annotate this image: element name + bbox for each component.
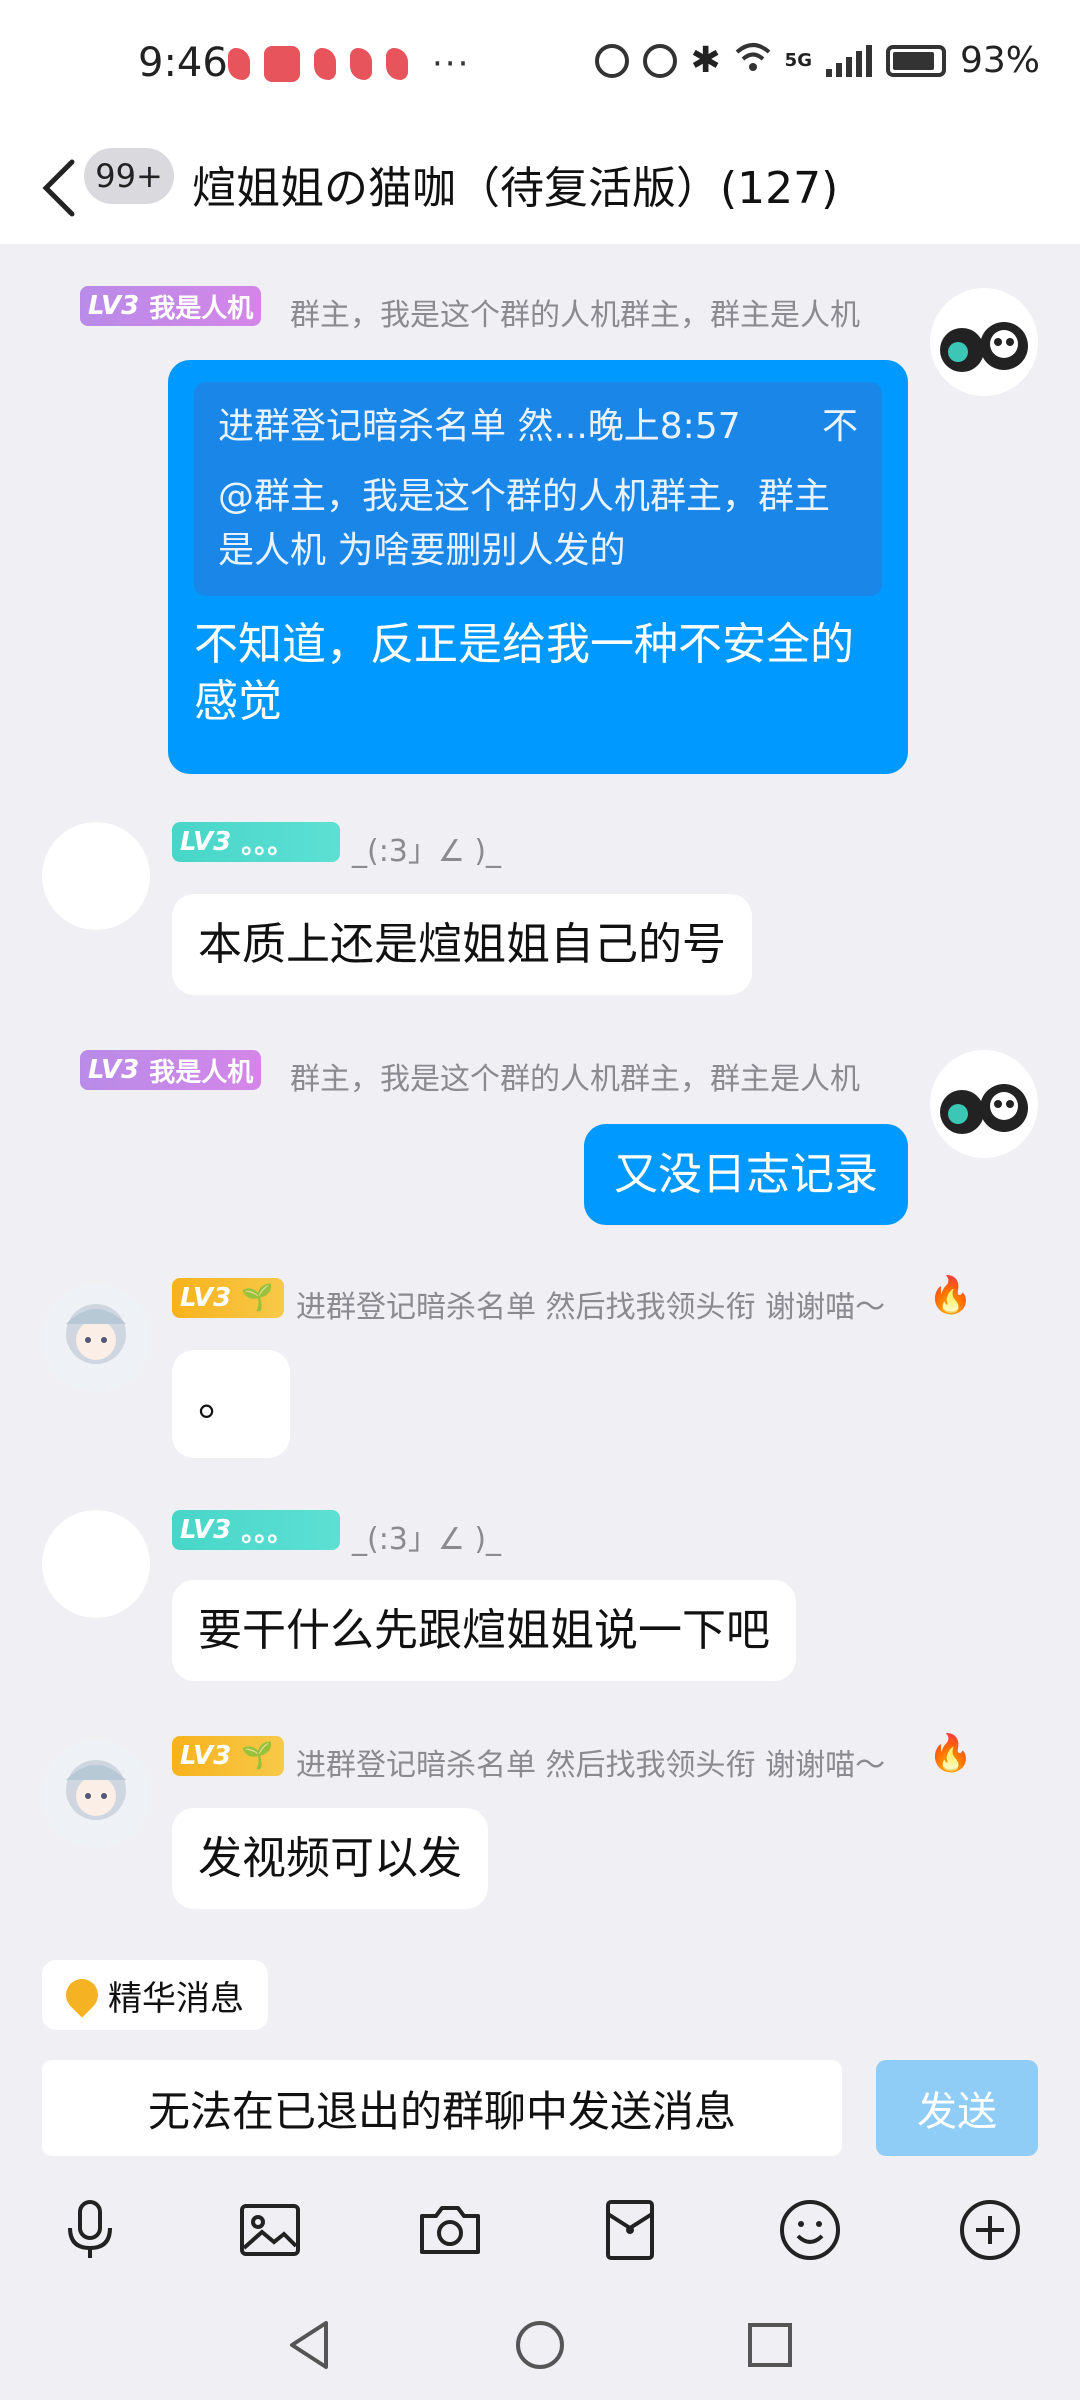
member-level-badge: LV3 我是人机 [80,286,262,326]
message-input[interactable]: 无法在已退出的群聊中发送消息 [42,2060,842,2156]
plus-icon[interactable] [950,2190,1030,2270]
member-level-badge: LV3 🌱 [172,1736,284,1776]
member-level-badge: LV3 🌱 [172,1278,284,1318]
system-navigation-bar [0,2290,1080,2400]
quote-status: 不 [821,406,858,447]
notification-icons: ··· [228,44,470,84]
member-level-badge: LV3。。。 [172,1510,340,1550]
avatar[interactable] [42,1284,150,1392]
member-title: _(:3」∠ )_ [352,834,502,869]
network-type: 5G [784,50,812,71]
bluetooth-icon: ✱ [690,40,721,81]
signal-icon [825,44,872,77]
flame-icon: 🔥 [928,1733,973,1774]
message-text: 发视频可以发 [198,1833,462,1884]
message-bubble[interactable]: 发视频可以发 [172,1808,488,1910]
status-bar: 9:46 ··· ✱ 5G 93% [0,0,1080,130]
message-bubble[interactable]: 又没日志记录 [584,1124,908,1226]
unread-count-badge[interactable]: 99+ [84,148,174,204]
wifi-icon [735,40,771,81]
notification-icon [350,48,372,80]
more-notifications: ··· [432,44,471,84]
member-title: 群主，我是这个群的人机群主，群主是人机 [290,1062,860,1097]
avatar[interactable] [42,1740,150,1848]
avatar[interactable] [930,1050,1038,1158]
chat-title[interactable]: 煊姐姐の猫咖（待复活版）(127) [192,152,838,216]
message-text: 又没日志记录 [614,1149,878,1200]
nav-home-icon[interactable] [505,2310,575,2380]
avatar[interactable] [930,288,1038,396]
eye-icon [594,43,629,78]
notification-icon [228,48,250,80]
notification-icon [314,48,336,80]
message-list[interactable]: LV3 我是人机 群主，我是这个群的人机群主，群主是人机 进群登记暗杀名单 然..… [0,244,1080,1944]
camera-icon[interactable] [410,2190,490,2270]
featured-messages-button[interactable]: 精华消息 [42,1960,268,2030]
member-level-badge: LV3 我是人机 [80,1050,262,1090]
red-packet-icon[interactable] [590,2190,670,2270]
message-bubble[interactable]: 进群登记暗杀名单 然...晚上8:57 不 @群主，我是这个群的人机群主，群主是… [168,360,908,774]
status-right: ✱ 5G 93% [594,40,1040,81]
emoji-icon[interactable] [770,2190,850,2270]
send-button[interactable]: 发送 [876,2060,1038,2156]
nav-recents-icon[interactable] [735,2310,805,2380]
message-bubble[interactable]: 要干什么先跟煊姐姐说一下吧 [172,1580,796,1682]
message-text: 要干什么先跟煊姐姐说一下吧 [198,1605,770,1656]
avatar[interactable] [42,822,150,930]
message-text: 本质上还是煊姐姐自己的号 [198,919,726,970]
message-bubble[interactable]: 本质上还是煊姐姐自己的号 [172,894,752,996]
battery-percent: 93% [959,40,1040,81]
huawei-app-icon [264,46,300,82]
image-icon[interactable] [230,2190,310,2270]
nav-back-icon[interactable] [275,2310,345,2380]
member-title: 群主，我是这个群的人机群主，群主是人机 [290,298,860,333]
featured-label: 精华消息 [108,1978,244,2019]
status-time: 9:46 [138,40,228,86]
avatar[interactable] [42,1510,150,1618]
quote-header: 进群登记暗杀名单 然...晚上8:57 [218,406,741,447]
featured-icon [59,1972,105,2018]
message-text: 不知道，反正是给我一种不安全的感觉 [194,619,854,728]
input-toolbar [0,2180,1080,2280]
chevron-left-icon [42,159,75,217]
quoted-message[interactable]: 进群登记暗杀名单 然...晚上8:57 不 @群主，我是这个群的人机群主，群主是… [194,382,882,596]
battery-icon [885,44,946,77]
chat-header: 99+ 煊姐姐の猫咖（待复活版）(127) [0,130,1080,244]
member-level-badge: LV3。。。 [172,822,340,862]
quote-text: @群主，我是这个群的人机群主，群主是人机 为啥要删别人发的 [218,476,831,571]
member-title: 进群登记暗杀名单 然后找我领头衔 谢谢喵～ [296,1290,886,1325]
message-text: 。 [198,1375,242,1426]
notification-icon [386,48,408,80]
member-title: 进群登记暗杀名单 然后找我领头衔 谢谢喵～ [296,1748,886,1783]
member-title: _(:3」∠ )_ [352,1522,502,1557]
flame-icon: 🔥 [928,1275,973,1316]
alarm-icon [642,43,677,78]
microphone-icon[interactable] [50,2190,130,2270]
message-bubble[interactable]: 。 [172,1350,290,1458]
